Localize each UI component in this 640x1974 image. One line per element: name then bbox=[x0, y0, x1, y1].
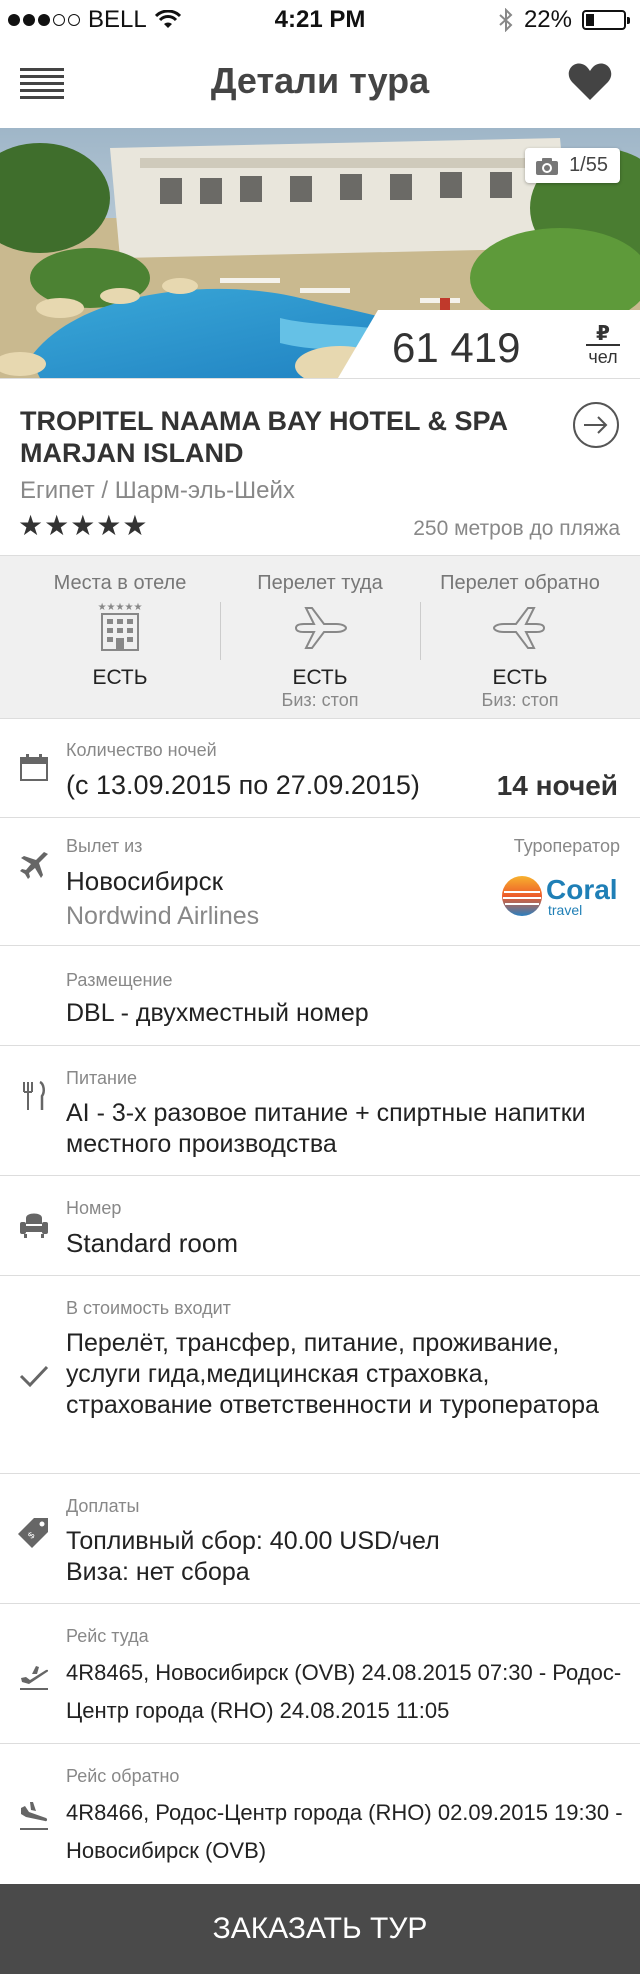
availability-value: ЕСТЬ bbox=[92, 666, 148, 689]
armchair-icon bbox=[20, 1213, 48, 1238]
beach-distance: 250 метров до пляжа bbox=[413, 517, 620, 540]
svg-text:★★★★★: ★★★★★ bbox=[98, 602, 143, 613]
hotel-name: TROPITEL NAAMA BAY HOTEL & SPA MARJAN IS… bbox=[20, 406, 508, 468]
plane-icon bbox=[294, 607, 348, 649]
checkmark-icon bbox=[19, 1365, 49, 1388]
status-bar: BELL 4:21 PM 22% bbox=[0, 0, 640, 40]
landing-icon bbox=[20, 1802, 48, 1830]
page-title: Детали тура bbox=[210, 60, 430, 101]
flight-out-value: 4R8465, Новосибирск (OVB) 24.08.2015 07:… bbox=[66, 1660, 622, 1723]
coral-travel-logo: Coral travel bbox=[500, 874, 618, 922]
nights-count: 14 ночей bbox=[496, 770, 618, 801]
operator-label: Туроператор bbox=[513, 836, 620, 856]
room-value: Standard room bbox=[66, 1228, 238, 1258]
hotel-info: TROPITEL NAAMA BAY HOTEL & SPA MARJAN IS… bbox=[0, 378, 640, 556]
availability-label: Места в отеле bbox=[53, 572, 187, 594]
nights-label: Количество ночей bbox=[66, 740, 217, 760]
calendar-icon bbox=[20, 754, 48, 781]
flight-out-label: Рейс туда bbox=[66, 1626, 149, 1646]
flight-back-value: 4R8466, Родос-Центр города (RHO) 02.09.2… bbox=[66, 1800, 623, 1863]
bluetooth-icon bbox=[499, 8, 513, 32]
price-per: чел bbox=[588, 347, 618, 367]
availability-panel: Места в отеле ★★★★★ ЕСТЬ Перелет туда ЕС… bbox=[0, 556, 640, 719]
departure-label: Вылет из bbox=[66, 836, 143, 856]
coral-logo-sub: travel bbox=[548, 902, 583, 918]
availability-label: Перелет обратно bbox=[440, 572, 600, 594]
included-label: В стоимость входит bbox=[66, 1298, 231, 1318]
availability-value: ЕСТЬ bbox=[292, 666, 348, 689]
availability-sub: Биз: стоп bbox=[281, 690, 359, 710]
included-row: В стоимость входит Перелёт, трансфер, пи… bbox=[0, 1276, 640, 1474]
price-value: 61 419 bbox=[392, 324, 521, 371]
extras-visa: Виза: нет сбора bbox=[66, 1558, 250, 1586]
takeoff-icon bbox=[20, 1666, 49, 1690]
hotel-icon: ★★★★★ bbox=[98, 602, 143, 651]
departure-row: Вылет из Новосибирск Nordwind Airlines Т… bbox=[0, 818, 640, 946]
fork-knife-icon bbox=[23, 1080, 45, 1110]
tour-details-screen: BELL 4:21 PM 22% Детали тура 1/55 61 419… bbox=[0, 0, 640, 1974]
departure-airline: Nordwind Airlines bbox=[66, 902, 260, 930]
coral-logo-icon bbox=[502, 876, 542, 916]
status-right: 22% bbox=[498, 6, 630, 34]
accommodation-label: Размещение bbox=[66, 970, 173, 990]
photo-counter-badge[interactable]: 1/55 bbox=[525, 148, 620, 183]
price-tag-icon: $ bbox=[18, 1518, 48, 1548]
accommodation-value: DBL - двухместный номер bbox=[66, 999, 369, 1027]
battery-percent: 22% bbox=[523, 6, 572, 33]
accommodation-row: Размещение DBL - двухместный номер bbox=[0, 946, 640, 1046]
extras-fuel: Топливный сбор: 40.00 USD/чел bbox=[66, 1527, 440, 1555]
extras-label: Доплаты bbox=[66, 1496, 140, 1516]
star-rating: ★★★★★ bbox=[18, 510, 149, 541]
availability-value: ЕСТЬ bbox=[492, 666, 548, 689]
hotel-location: Египет / Шарм-эль-Шейх bbox=[20, 477, 295, 504]
hotel-photo[interactable]: 1/55 61 419 ₽ чел bbox=[0, 128, 640, 378]
meals-label: Питание bbox=[66, 1068, 138, 1088]
availability-sub: Биз: стоп bbox=[481, 690, 559, 710]
room-label: Номер bbox=[66, 1198, 122, 1218]
meals-row: Питание AI - 3-х разовое питание + спирт… bbox=[0, 1046, 640, 1176]
airplane-icon bbox=[20, 852, 48, 879]
departure-city: Новосибирск bbox=[66, 866, 223, 896]
flight-out-row: Рейс туда 4R8465, Новосибирск (OVB) 24.0… bbox=[0, 1604, 640, 1744]
camera-icon bbox=[536, 157, 559, 175]
nav-bar: Детали тура bbox=[0, 40, 640, 129]
photo-counter-text: 1/55 bbox=[569, 154, 608, 176]
arrow-right-circle-icon[interactable] bbox=[572, 401, 620, 449]
flight-back-row: Рейс обратно 4R8466, Родос-Центр города … bbox=[0, 1744, 640, 1884]
battery-icon bbox=[582, 10, 630, 30]
nights-dates: (с 13.09.2015 по 27.09.2015) bbox=[66, 770, 420, 800]
currency-symbol: ₽ bbox=[586, 324, 620, 346]
order-tour-button[interactable]: ЗАКАЗАТЬ ТУР bbox=[0, 1884, 640, 1974]
favorite-heart-icon[interactable] bbox=[566, 58, 614, 106]
extras-row: $ Доплаты Топливный сбор: 40.00 USD/чел … bbox=[0, 1474, 640, 1604]
availability-label: Перелет туда bbox=[257, 572, 383, 594]
meals-value: AI - 3-х разовое питание + спиртные напи… bbox=[66, 1099, 586, 1158]
price-tag: 61 419 ₽ чел bbox=[338, 310, 640, 378]
availability-flight-back: Перелет обратно ЕСТЬ Биз: стоп bbox=[420, 556, 620, 718]
plane-icon bbox=[492, 607, 546, 649]
flight-back-label: Рейс обратно bbox=[66, 1766, 180, 1786]
room-row: Номер Standard room bbox=[0, 1176, 640, 1276]
availability-hotel: Места в отеле ★★★★★ ЕСТЬ bbox=[20, 556, 220, 718]
nights-row: Количество ночей (с 13.09.2015 по 27.09.… bbox=[0, 718, 640, 818]
availability-flight-out: Перелет туда ЕСТЬ Биз: стоп bbox=[220, 556, 420, 718]
included-value: Перелёт, трансфер, питание, проживание, … bbox=[66, 1329, 599, 1419]
price-unit: ₽ чел bbox=[586, 324, 620, 368]
